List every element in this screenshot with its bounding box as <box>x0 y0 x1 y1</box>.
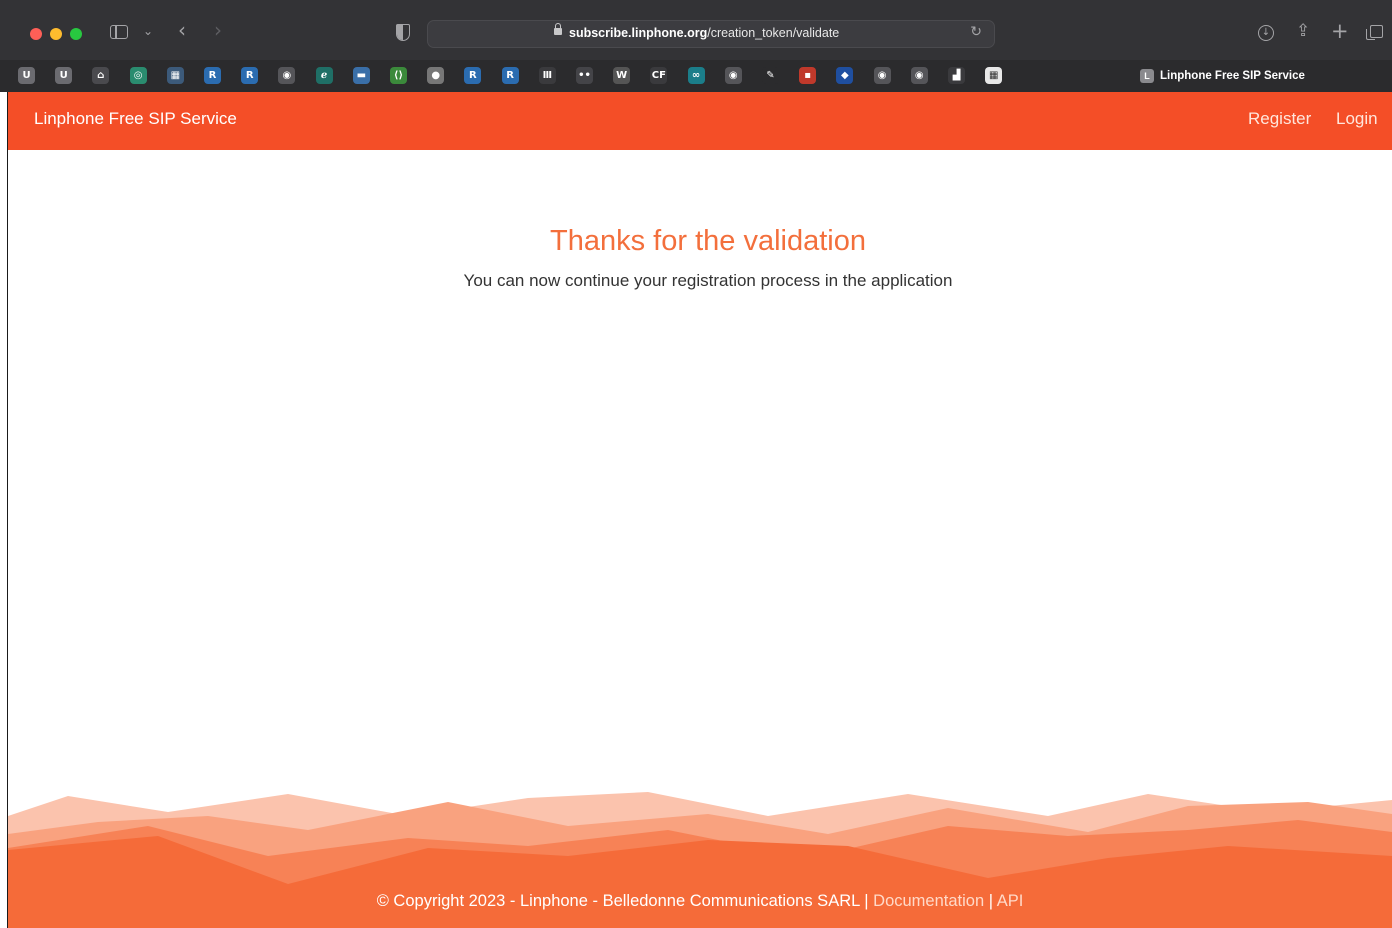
active-tab[interactable]: L Linphone Free SIP Service <box>1140 67 1305 85</box>
window-edge <box>0 92 8 928</box>
footer-separator: | <box>859 892 874 910</box>
footer: © Copyright 2023 - Linphone - Belledonne… <box>8 892 1392 911</box>
chevron-down-icon[interactable]: ⌄ <box>143 20 153 42</box>
u-icon[interactable]: U <box>18 67 35 84</box>
w-icon[interactable]: W <box>613 67 631 84</box>
footer-copyright: © Copyright 2023 - Linphone - Belledonne… <box>376 892 860 910</box>
api-link[interactable]: API <box>997 892 1024 910</box>
calendar-icon[interactable]: ▦ <box>985 67 1003 84</box>
dash-icon[interactable]: ▬ <box>352 67 370 84</box>
r-icon[interactable]: R <box>464 67 482 84</box>
page-message: You can now continue your registration p… <box>463 271 953 290</box>
openai-icon[interactable]: ◎ <box>129 67 147 84</box>
back-button[interactable]: ‹ <box>178 19 186 41</box>
site-brand-link[interactable]: Linphone Free SIP Service <box>34 109 237 129</box>
r-icon[interactable]: R <box>204 67 221 84</box>
footer-separator: | <box>984 892 997 910</box>
github-icon[interactable]: ◉ <box>873 67 891 84</box>
privacy-shield-icon[interactable] <box>396 24 410 41</box>
code-icon[interactable]: ⟨⟩ <box>390 67 407 84</box>
pen-icon[interactable]: ✎ <box>762 67 779 84</box>
tab-overview-icon[interactable] <box>1366 25 1383 40</box>
login-link[interactable]: Login <box>1336 109 1378 129</box>
infinity-icon[interactable]: ∞ <box>687 67 705 84</box>
bars-icon[interactable]: Ⅲ <box>538 67 556 84</box>
forward-button[interactable]: › <box>214 19 222 41</box>
bookmark-icon[interactable]: ◆ <box>836 67 854 84</box>
download-icon[interactable]: ↓ <box>1258 25 1274 41</box>
site-header: Linphone Free SIP Service Register Login <box>8 92 1392 150</box>
home-icon[interactable]: ⌂ <box>92 67 110 84</box>
address-bar[interactable]: subscribe.linphone.org/creation_token/va… <box>427 20 995 48</box>
dots-icon[interactable]: •• <box>576 67 593 84</box>
sidebar-toggle-icon[interactable] <box>110 25 128 39</box>
documentation-link[interactable]: Documentation <box>873 892 984 910</box>
window-close-button[interactable] <box>30 28 42 40</box>
u-icon[interactable]: U <box>55 67 73 84</box>
lock-icon <box>554 23 562 35</box>
e-icon[interactable]: ℯ <box>315 67 333 84</box>
new-tab-icon[interactable]: + <box>1331 19 1349 43</box>
page-title: Thanks for the validation <box>550 225 866 257</box>
tab-title: Linphone Free SIP Service <box>1160 70 1305 82</box>
github-icon[interactable]: ◉ <box>724 67 742 84</box>
grid-icon[interactable]: ▦ <box>166 67 184 84</box>
reload-icon[interactable]: ↻ <box>970 24 982 40</box>
pdf-icon[interactable]: ▪ <box>799 67 817 84</box>
github-icon[interactable]: ◉ <box>278 67 296 84</box>
register-link[interactable]: Register <box>1248 109 1311 129</box>
r-icon[interactable]: R <box>501 67 519 84</box>
browser-chrome: ⌄ ‹ › subscribe.linphone.org/creation_to… <box>0 0 1392 93</box>
window-minimize-button[interactable] <box>50 28 62 40</box>
chart-icon[interactable]: ▟ <box>948 67 965 84</box>
url-text: subscribe.linphone.org/creation_token/va… <box>569 26 839 40</box>
globe-icon[interactable]: ● <box>427 67 445 84</box>
cf-icon[interactable]: CF <box>650 67 668 84</box>
tab-favicon-icon: L <box>1140 68 1154 83</box>
r-icon[interactable]: R <box>241 67 259 84</box>
github-icon[interactable]: ◉ <box>910 67 928 84</box>
url-domain: subscribe.linphone.org <box>569 26 708 40</box>
url-path: /creation_token/validate <box>707 26 840 40</box>
share-icon[interactable]: ⇪ <box>1296 21 1310 41</box>
window-maximize-button[interactable] <box>70 28 82 40</box>
